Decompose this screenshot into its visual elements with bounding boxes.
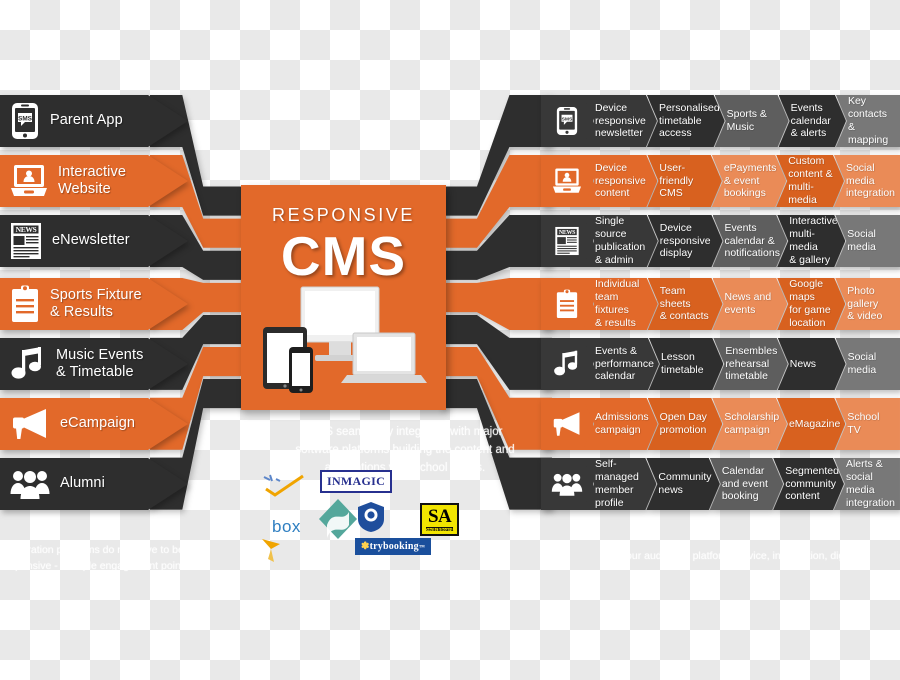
center-card: RESPONSIVE CMS — [241, 185, 446, 410]
feature-cell[interactable]: Google maps for game location — [777, 278, 845, 330]
feature-cell[interactable]: News — [778, 338, 846, 390]
clipboard-icon — [10, 285, 40, 323]
feature-cell[interactable]: Open Day promotion — [648, 398, 723, 450]
channel-bar-alumni[interactable]: Alumni — [0, 458, 188, 510]
channel-label: eNewsletter — [52, 232, 130, 249]
svg-text:SMS: SMS — [18, 115, 33, 122]
background-footnote-line-2: expensive - multiple engagement points. — [4, 560, 192, 573]
laptop-user-icon — [10, 164, 48, 198]
channel-bar-music-events-timetable[interactable]: Music Events & Timetable — [0, 338, 188, 390]
channel-label: Music Events & Timetable — [56, 346, 144, 380]
feature-cell[interactable]: Events calendar & alerts — [779, 95, 846, 147]
channel-bar-enewsletter[interactable]: NEWS eNewsletter — [0, 215, 188, 267]
channel-bar-parent-app[interactable]: SMS Parent App — [0, 95, 188, 147]
center-title: CMS — [280, 225, 407, 287]
feature-row: Events & performance calendar Lesson time… — [541, 338, 900, 390]
music-note-icon — [541, 338, 593, 390]
diamond-logo — [318, 498, 358, 540]
music-note-icon — [10, 346, 46, 382]
feature-cell[interactable]: Individual team fixtures & results — [583, 278, 658, 330]
feature-row: Device responsive content User-friendly C… — [541, 155, 900, 207]
sa-logo: SA Switchboard — [420, 503, 460, 536]
feature-cell[interactable]: Events calendar & notifications — [713, 215, 788, 267]
megaphone-icon — [10, 407, 50, 441]
feature-row: Self-managed member profile Community new… — [541, 458, 900, 510]
background-footnote-line-3: Your audience, platform, device, informa… — [620, 550, 858, 562]
channel-bar-ecampaign[interactable]: eCampaign — [0, 398, 188, 450]
newspaper-icon: NEWS — [541, 215, 593, 267]
people-group-icon — [10, 468, 50, 500]
trybooking-logo: ✽trybooking™ — [355, 538, 432, 555]
laptop-user-icon — [541, 155, 593, 207]
trybooking-logo-text: trybooking — [369, 541, 419, 552]
sa-logo-sub: Switchboard — [426, 527, 454, 533]
center-supertitle: RESPONSIVE — [271, 205, 416, 225]
feature-cell[interactable]: Self-managed member profile — [583, 458, 656, 510]
bird-logo — [260, 535, 288, 565]
mobile-sms-icon: SMS — [541, 95, 593, 147]
megaphone-icon — [541, 398, 593, 450]
feature-cell[interactable]: Scholarship campaign — [712, 398, 787, 450]
channel-label: eCampaign — [60, 415, 136, 432]
feature-cell[interactable]: Admissions campaign — [583, 398, 658, 450]
feature-cell[interactable]: Single source publication & admin — [583, 215, 658, 267]
inmagic-logo: INMAGIC — [320, 470, 393, 493]
right-connector — [440, 373, 552, 516]
check-logo — [262, 473, 307, 499]
feature-cell[interactable]: News and events — [713, 278, 788, 330]
svg-text:NEWS: NEWS — [16, 225, 37, 234]
channel-label: Interactive Website — [58, 163, 126, 197]
feature-cell[interactable]: Interactive multi-media & gallery — [777, 215, 845, 267]
feature-cell[interactable]: Lesson timetable — [649, 338, 723, 390]
feature-row: SMS Device responsive newsletter Personal… — [541, 95, 900, 147]
infographic-canvas: CMS seamlessly integrates with major sof… — [0, 0, 900, 680]
feature-cell[interactable]: Segmented community content — [773, 458, 844, 510]
feature-row: NEWS Single source publication & admin De… — [541, 215, 900, 267]
feature-cell[interactable]: eMagazine — [777, 398, 845, 450]
feature-cell[interactable]: Calendar and event booking — [710, 458, 783, 510]
people-group-icon — [541, 458, 593, 510]
sa-logo-text: SA — [427, 506, 452, 527]
svg-text:SMS: SMS — [562, 117, 573, 123]
channel-bar-sports-fixture-results[interactable]: Sports Fixture & Results — [0, 278, 188, 330]
feature-row: Individual team fixtures & results Team s… — [541, 278, 900, 330]
channel-label: Sports Fixture & Results — [50, 286, 142, 320]
feature-cell[interactable]: Community news — [646, 458, 719, 510]
background-footnote-left: Integration platforms do not have to be … — [4, 542, 194, 575]
feature-cell[interactable]: Ensembles rehearsal timetable — [713, 338, 787, 390]
feature-cell[interactable]: Device responsive newsletter — [583, 95, 657, 147]
newspaper-icon: NEWS — [10, 222, 42, 260]
feature-cell[interactable]: Device responsive display — [648, 215, 723, 267]
feature-cell[interactable]: User-friendly CMS — [647, 155, 721, 207]
channel-bar-interactive-website[interactable]: Interactive Website — [0, 155, 188, 207]
feature-cell[interactable]: Events & performance calendar — [583, 338, 659, 390]
clipboard-icon — [541, 278, 593, 330]
feature-row: Admissions campaign Open Day promotion Sch… — [541, 398, 900, 450]
feature-cell[interactable]: Team sheets & contacts — [648, 278, 723, 330]
feature-cell[interactable]: Sports & Music — [715, 95, 789, 147]
feature-cell[interactable]: Device responsive content — [583, 155, 657, 207]
channel-label: Parent App — [50, 112, 123, 129]
box-logo: box — [272, 517, 301, 536]
feature-cell[interactable]: Custom content & multi-media — [776, 155, 844, 207]
badge-logo — [356, 501, 386, 533]
channel-label: Alumni — [60, 475, 105, 492]
background-footnote-line-1: Integration platforms do not have to be — [4, 544, 184, 556]
feature-cell[interactable]: Personalised timetable access — [647, 95, 725, 147]
responsive-devices-icon — [241, 285, 446, 395]
mobile-sms-icon: SMS — [10, 102, 40, 140]
background-footnote-right: Your audience, platform, device, informa… — [620, 548, 895, 564]
feature-cell[interactable]: ePayments & event bookings — [712, 155, 786, 207]
svg-text:NEWS: NEWS — [559, 230, 576, 236]
